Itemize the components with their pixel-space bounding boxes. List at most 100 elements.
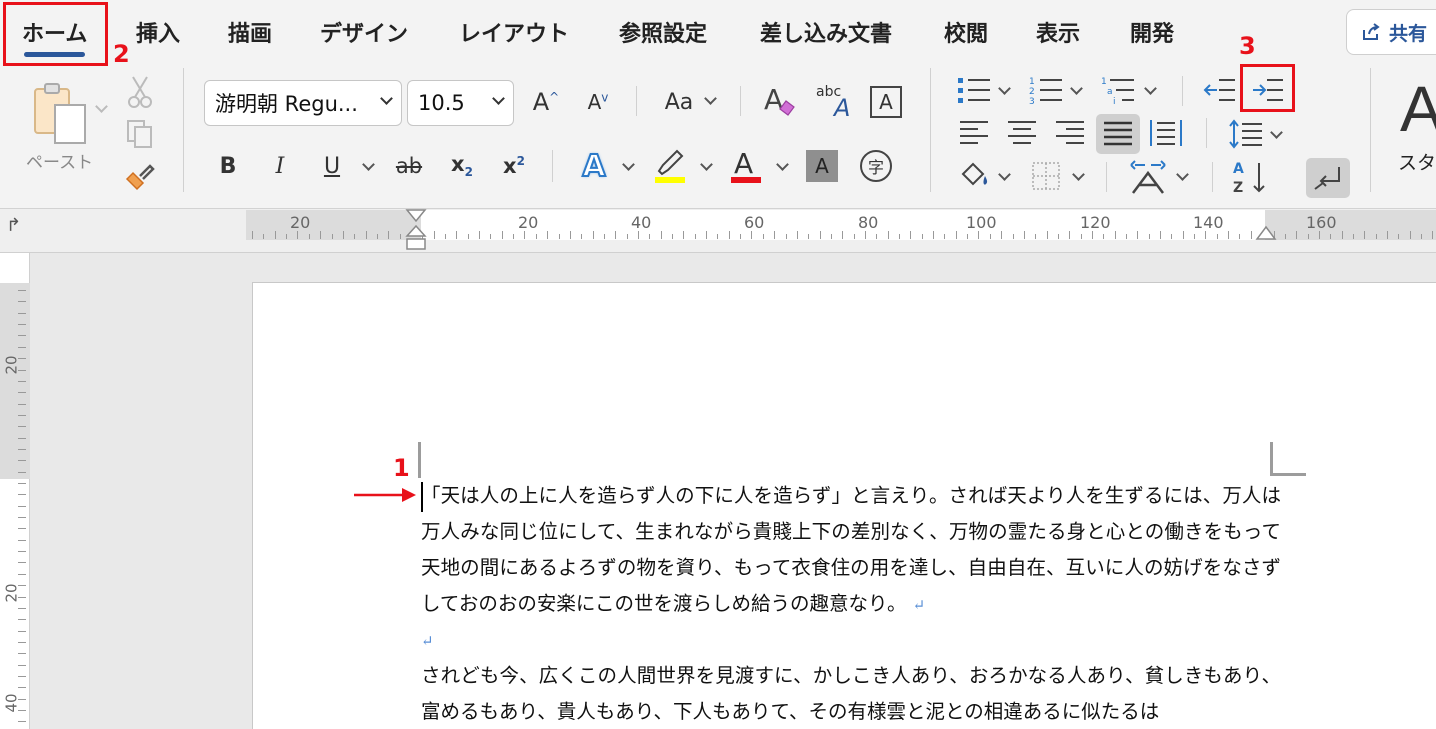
change-case-label: Aa: [664, 89, 694, 115]
asian-layout-button[interactable]: [1128, 158, 1168, 196]
tab-view[interactable]: 表示: [1036, 16, 1080, 48]
enclose-characters-button[interactable]: 字: [860, 150, 892, 182]
font-name-select[interactable]: 游明朝 Regu...: [204, 80, 402, 126]
ruler-tick: [1046, 231, 1048, 239]
character-shading-button[interactable]: A: [806, 150, 838, 182]
italic-button[interactable]: I: [264, 148, 296, 184]
right-indent-marker[interactable]: [1254, 224, 1278, 242]
grow-font-icon: A^: [532, 88, 560, 116]
paragraph-mark-icon: [1314, 167, 1340, 190]
bullets-button[interactable]: [954, 74, 994, 106]
line-spacing-button[interactable]: [1226, 116, 1266, 152]
ruler-tick: [1375, 234, 1377, 239]
change-case-button[interactable]: Aa: [656, 84, 702, 120]
paragraph-3[interactable]: されども今、広くこの人間世界を見渡すに、かしこき人あり、おろかなる人あり、貧しき…: [421, 658, 1281, 729]
svg-text:A: A: [1233, 161, 1244, 177]
vruler-tick: [18, 562, 26, 564]
paragraph-2[interactable]: ↵: [421, 622, 1281, 659]
share-icon: [1363, 23, 1380, 40]
multilevel-list-button[interactable]: 1ai: [1098, 74, 1138, 106]
change-case-chevron-icon[interactable]: [704, 92, 717, 105]
shading-button[interactable]: [956, 158, 996, 194]
ruler-tick: [1296, 231, 1298, 239]
ruler-tick: [308, 234, 310, 239]
align-right-button[interactable]: [1052, 116, 1088, 150]
ruler-tick: [1421, 234, 1422, 239]
underline-button[interactable]: U: [316, 148, 348, 184]
copy-button[interactable]: [122, 116, 158, 152]
character-border-button[interactable]: A: [870, 86, 902, 118]
vruler-tick: [18, 494, 26, 496]
shrink-font-button[interactable]: Av: [580, 84, 616, 120]
format-painter-button[interactable]: [122, 160, 158, 196]
tab-mailings[interactable]: 差し込み文書: [760, 16, 892, 48]
ruler-tick: [433, 231, 435, 239]
paragraph-1[interactable]: 「天は人の上に人を造らず人の下に人を造らず」と言えり。されば天より人を生ずるには…: [421, 478, 1281, 623]
show-formatting-marks-button[interactable]: [1306, 158, 1350, 198]
first-line-indent-marker[interactable]: [404, 208, 428, 254]
shrink-font-icon: Av: [587, 90, 609, 114]
ruler-tick: [501, 231, 503, 239]
tab-layout[interactable]: レイアウト: [459, 16, 569, 48]
styles-gallery-a-icon[interactable]: A: [1400, 72, 1436, 146]
group-separator: [183, 68, 184, 192]
highlight-button[interactable]: [652, 146, 688, 186]
tab-insert[interactable]: 挿入: [136, 16, 180, 48]
strikethrough-button[interactable]: ab: [390, 148, 428, 184]
vruler-tick: [18, 619, 26, 621]
font-color-chevron-icon[interactable]: [776, 158, 789, 171]
clear-formatting-button[interactable]: A: [760, 80, 800, 122]
ruler-tick: [955, 231, 957, 239]
share-button[interactable]: 共有: [1346, 9, 1436, 55]
tab-selector-icon[interactable]: ↱: [6, 215, 21, 236]
align-left-button[interactable]: [956, 116, 992, 150]
text-effects-button[interactable]: A: [574, 146, 614, 186]
ruler-tick: [740, 234, 742, 239]
text-effects-chevron-icon[interactable]: [622, 158, 635, 171]
styles-pane-label[interactable]: スタ: [1398, 148, 1436, 175]
ruler-tick: [796, 231, 798, 239]
ruler-tick: [1080, 234, 1082, 239]
borders-chevron-icon[interactable]: [1072, 168, 1085, 181]
highlight-chevron-icon[interactable]: [700, 158, 713, 171]
borders-button[interactable]: [1028, 158, 1064, 194]
line-spacing-chevron-icon[interactable]: [1270, 126, 1283, 139]
decrease-indent-button[interactable]: [1202, 74, 1238, 106]
superscript-button[interactable]: x2: [496, 148, 532, 184]
sort-icon: AZ: [1233, 161, 1265, 195]
sort-button[interactable]: AZ: [1230, 158, 1270, 196]
superscript-icon: x2: [503, 154, 525, 178]
grow-font-button[interactable]: A^: [528, 84, 564, 120]
ruler-tick: [547, 231, 549, 239]
numbering-chevron-icon[interactable]: [1070, 82, 1083, 95]
cut-button[interactable]: [124, 74, 156, 110]
tab-draw[interactable]: 描画: [228, 16, 272, 48]
phonetic-guide-button[interactable]: abc A: [812, 78, 858, 124]
justify-button[interactable]: [1096, 114, 1140, 154]
tab-review[interactable]: 校閲: [944, 16, 988, 48]
paste-button[interactable]: [26, 78, 96, 150]
subscript-button[interactable]: x2: [444, 148, 480, 184]
align-center-button[interactable]: [1004, 116, 1040, 150]
tab-design[interactable]: デザイン: [320, 16, 408, 48]
multilevel-list-chevron-icon[interactable]: [1144, 82, 1157, 95]
numbering-button[interactable]: 123: [1026, 74, 1066, 106]
paste-options-chevron-icon[interactable]: [95, 100, 108, 113]
font-size-select[interactable]: 10.5: [407, 80, 514, 126]
tab-references[interactable]: 参照設定: [619, 16, 707, 48]
ruler-tick: [1387, 231, 1388, 239]
ruler-tick: [1091, 231, 1093, 239]
shading-chevron-icon[interactable]: [998, 168, 1011, 181]
distribute-button[interactable]: [1148, 116, 1184, 150]
bullets-chevron-icon[interactable]: [998, 82, 1011, 95]
vruler-tick: [18, 369, 26, 371]
asian-layout-chevron-icon[interactable]: [1176, 168, 1189, 181]
ruler-tick: [1205, 231, 1207, 239]
font-color-button[interactable]: A: [728, 146, 764, 186]
underline-chevron-icon[interactable]: [362, 158, 375, 171]
vruler-tick: [18, 414, 26, 416]
tab-developer[interactable]: 開発: [1130, 16, 1174, 48]
font-size-value: 10.5: [418, 91, 465, 115]
bold-button[interactable]: B: [212, 148, 244, 184]
ruler-tick: [1239, 234, 1241, 239]
